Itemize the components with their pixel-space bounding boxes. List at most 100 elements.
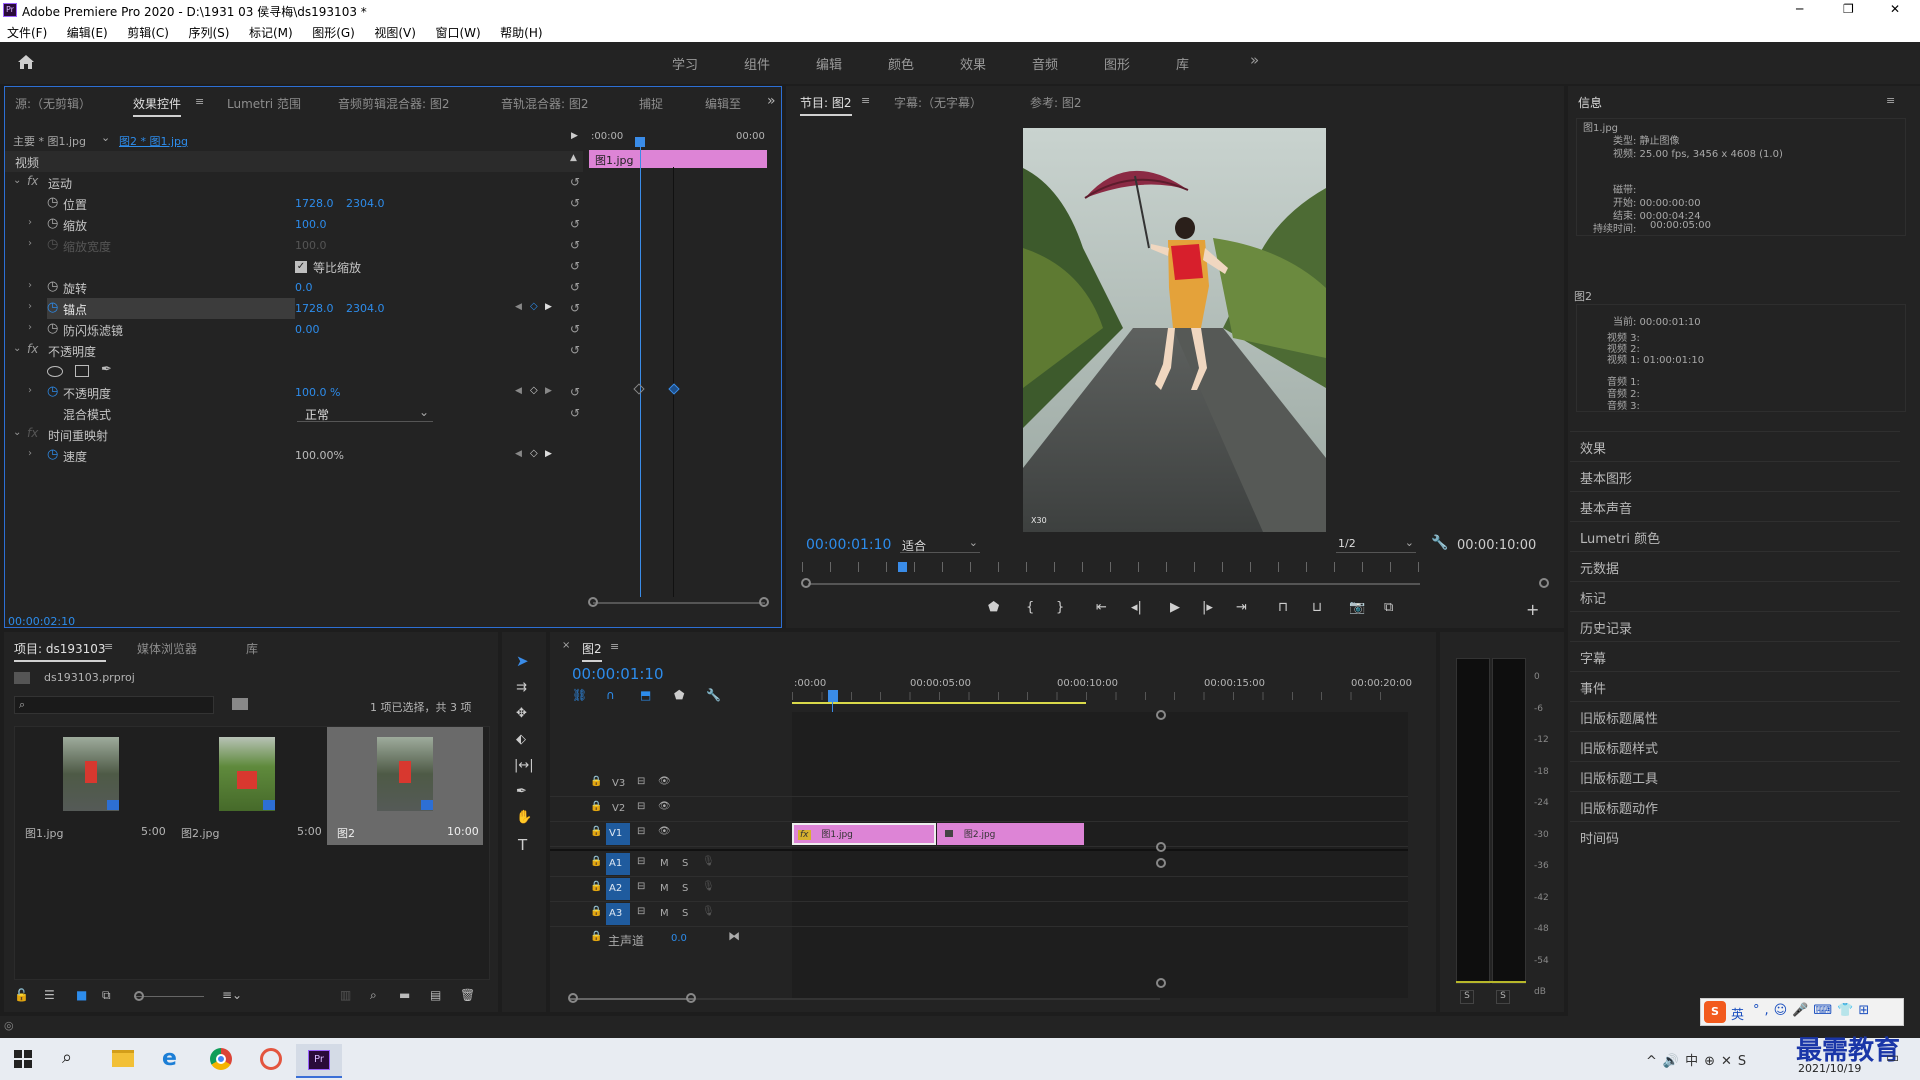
panel-legacy-title-actions[interactable]: 旧版标题动作 [1570, 791, 1900, 821]
tab-media-browser[interactable]: 媒体浏览器 [137, 640, 197, 657]
reset-icon[interactable]: ↺ [570, 196, 580, 210]
tab-capture[interactable]: 捕捉 [639, 95, 663, 112]
start-icon[interactable] [14, 1050, 32, 1068]
add-keyframe-icon[interactable]: ◇ [530, 448, 538, 459]
file-explorer-icon[interactable] [112, 1050, 134, 1067]
panel-events[interactable]: 事件 [1570, 671, 1900, 701]
extract-icon[interactable]: ⊔ [1312, 600, 1322, 615]
next-keyframe-icon[interactable]: ▶ [545, 386, 552, 396]
lock-icon[interactable]: 🔓 [14, 988, 29, 1002]
track-v2-label[interactable]: V2 [612, 803, 625, 814]
h-scrollbar-thumb[interactable] [570, 998, 694, 1000]
meter-solo-right[interactable]: S [1496, 990, 1510, 1004]
menu-edit[interactable]: 编辑(E) [67, 26, 108, 40]
pen-mask-icon[interactable]: ✒ [101, 362, 112, 377]
master-value[interactable]: 0.0 [671, 933, 687, 944]
sync-lock-icon[interactable]: ⊟ [637, 801, 645, 812]
go-to-in-icon[interactable]: ⇤ [1096, 600, 1107, 615]
menu-graphics[interactable]: 图形(G) [312, 26, 355, 40]
chevron-right-icon[interactable]: › [28, 217, 32, 228]
eye-icon[interactable]: 👁 [658, 826, 671, 837]
workspace-effects[interactable]: 效果 [960, 54, 986, 73]
mark-out-icon[interactable]: } [1056, 600, 1064, 615]
sequence-clip-label[interactable]: 图2 * 图1.jpg [119, 133, 188, 149]
v-scroll-video-knob[interactable] [1156, 842, 1166, 852]
blend-mode-select[interactable]: 正常 ⌄ [297, 405, 433, 422]
mark-in-icon[interactable]: { [1026, 600, 1034, 615]
track-a3-label[interactable]: A3 [606, 903, 630, 925]
more-workspaces-icon[interactable]: » [1250, 51, 1259, 69]
zoom-slider[interactable] [134, 996, 204, 997]
sync-lock-icon[interactable]: ⊟ [637, 826, 645, 837]
linked-selection-icon[interactable]: ⬒ [640, 688, 651, 702]
prev-keyframe-icon[interactable]: ◀ [515, 386, 522, 396]
close-button[interactable]: ✕ [1890, 2, 1900, 16]
clip-dropdown-icon[interactable]: ⌄ [101, 131, 110, 144]
go-to-end-icon[interactable]: ⧓ [728, 929, 740, 943]
resolution-select[interactable]: 1/2 ⌄ [1336, 536, 1416, 553]
workspace-graphics[interactable]: 图形 [1104, 54, 1130, 73]
eye-icon[interactable]: 👁 [658, 776, 671, 787]
prev-keyframe-icon[interactable]: ◀ [515, 449, 522, 459]
stopwatch-icon[interactable]: ◷ [47, 321, 58, 336]
menu-clip[interactable]: 剪辑(C) [127, 26, 169, 40]
track-a2-label[interactable]: A2 [606, 878, 630, 900]
solo-button[interactable]: S [682, 883, 688, 894]
reset-icon[interactable]: ↺ [570, 322, 580, 336]
chevron-right-icon[interactable]: › [28, 322, 32, 333]
panel-markers[interactable]: 标记 [1570, 581, 1900, 611]
scroll-up-icon[interactable]: ▲ [570, 153, 577, 163]
reset-icon[interactable]: ↺ [570, 259, 580, 273]
stopwatch-icon[interactable]: ◷ [47, 279, 58, 294]
list-view-icon[interactable]: ☰ [44, 988, 55, 1002]
lock-icon[interactable]: 🔒 [590, 776, 602, 787]
mini-playhead-handle[interactable] [635, 137, 645, 147]
pen-tool-icon[interactable]: ✒ [516, 784, 527, 799]
chrome-icon[interactable] [210, 1048, 232, 1070]
panel-captions[interactable]: 字幕 [1570, 641, 1900, 671]
home-icon[interactable] [17, 54, 35, 70]
anchor-y[interactable]: 2304.0 [346, 302, 385, 315]
tab-project[interactable]: 项目: ds193103 [14, 640, 106, 662]
tab-sequence[interactable]: 图2 [582, 640, 602, 662]
panel-essential-sound[interactable]: 基本声音 [1570, 491, 1900, 521]
panel-legacy-title-styles[interactable]: 旧版标题样式 [1570, 731, 1900, 761]
sort-icon[interactable]: ≡⌄ [222, 988, 242, 1002]
tab-captions[interactable]: 字幕:（无字幕） [894, 94, 982, 111]
icon-view-icon[interactable]: ■ [76, 988, 87, 1002]
tab-edit-to[interactable]: 编辑至 [705, 95, 741, 112]
next-keyframe-icon[interactable]: ▶ [545, 449, 552, 459]
lock-icon[interactable]: 🔒 [590, 881, 602, 892]
add-marker-icon[interactable]: ⬟ [674, 688, 684, 702]
expand-icon[interactable]: ⌄ [13, 343, 21, 354]
menu-file[interactable]: 文件(F) [7, 26, 47, 40]
razor-tool-icon[interactable]: ⬖ [516, 732, 526, 747]
position-x[interactable]: 1728.0 [295, 197, 334, 210]
program-scrollbar[interactable] [808, 583, 1420, 585]
position-y[interactable]: 2304.0 [346, 197, 385, 210]
scroll-handle-right[interactable] [1539, 578, 1549, 588]
v-scroll-bottom-knob[interactable] [1156, 978, 1166, 988]
minimize-button[interactable]: ─ [1796, 2, 1803, 16]
microphone-icon[interactable]: 🎙 [702, 906, 715, 917]
go-to-out-icon[interactable]: ⇥ [1236, 600, 1247, 615]
lock-icon[interactable]: 🔒 [590, 856, 602, 867]
tray-icons[interactable]: ^🔊中⊕✕S [1646, 1050, 1752, 1069]
antiflicker-value[interactable]: 0.00 [295, 323, 320, 336]
menu-sequence[interactable]: 序列(S) [188, 26, 229, 40]
timeline-settings-icon[interactable]: 🔧 [706, 688, 721, 702]
mute-button[interactable]: M [660, 858, 669, 869]
paint-app-icon[interactable] [260, 1048, 282, 1070]
track-a1-label[interactable]: A1 [606, 853, 630, 875]
prev-keyframe-icon[interactable]: ◀ [515, 302, 522, 312]
h-scroll-handle-left[interactable] [568, 993, 578, 1003]
ellipse-mask-icon[interactable] [47, 366, 63, 377]
reset-icon[interactable]: ↺ [570, 343, 580, 357]
reset-icon[interactable]: ↺ [570, 406, 580, 420]
zoom-slider-handle[interactable] [134, 991, 144, 1001]
chevron-right-icon[interactable]: › [28, 301, 32, 312]
microphone-icon[interactable]: 🎙 [702, 856, 715, 867]
mini-playhead[interactable] [640, 137, 641, 597]
hand-tool-icon[interactable]: ✋ [516, 810, 532, 825]
search-icon[interactable]: ⌕ [62, 1047, 72, 1068]
